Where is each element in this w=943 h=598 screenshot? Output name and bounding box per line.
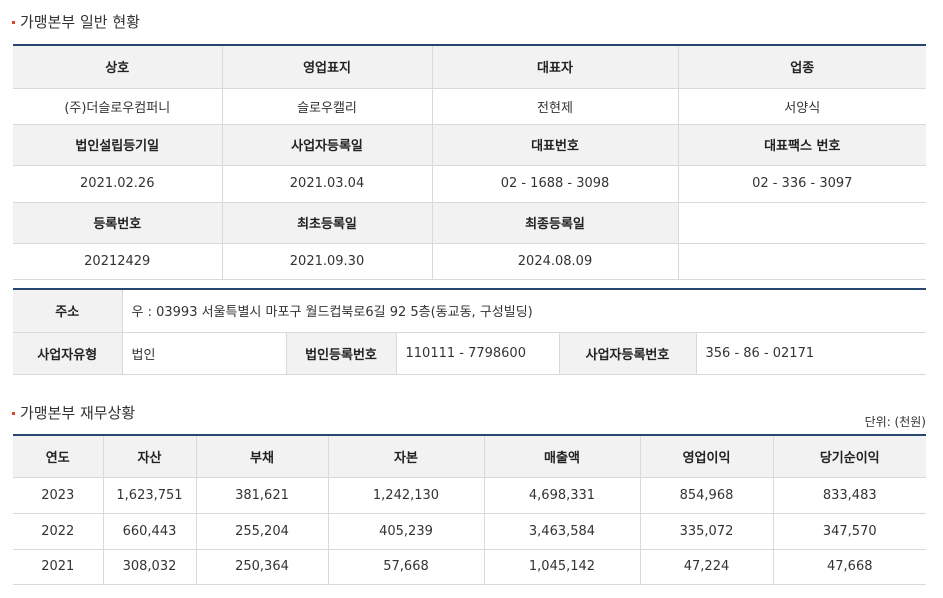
- header-cell: 상호: [13, 44, 223, 89]
- value-cell: 2023: [13, 476, 104, 514]
- value-cell: 서양식: [677, 87, 926, 125]
- value-cell: 2021.02.26: [13, 164, 223, 203]
- value-cell: 슬로우캘리: [221, 87, 433, 125]
- value-cell: 1,045,142: [483, 548, 641, 585]
- header-cell: 영업표지: [221, 44, 433, 89]
- value-cell: 4,698,331: [483, 476, 641, 514]
- value-cell: 381,621: [195, 476, 329, 514]
- header-cell: 법인설립등기일: [13, 123, 223, 166]
- value-cell: 2021.03.04: [221, 164, 433, 203]
- value-cell: 347,570: [772, 512, 926, 550]
- value-cell: 2024.08.09: [431, 242, 679, 280]
- address-label: 주소: [13, 288, 123, 333]
- table-row: 사업자유형 법인 법인등록번호 110111 - 7798600 사업자등록번호…: [13, 331, 927, 375]
- general-section-title: 가맹본부 일반 현황: [12, 11, 140, 32]
- value-cell: 854,968: [639, 476, 774, 514]
- header-cell: 연도: [13, 434, 104, 478]
- table-row: 법인설립등기일 사업자등록일 대표번호 대표팩스 번호: [13, 123, 926, 166]
- header-cell: 최종등록일: [431, 201, 679, 244]
- empty-cell: [677, 201, 926, 244]
- biz-no-label: 사업자등록번호: [558, 331, 697, 375]
- unit-label: 단위: (천원): [864, 415, 926, 429]
- value-cell: 255,204: [195, 512, 329, 550]
- biz-no-value: 356 - 86 - 02171: [695, 331, 927, 375]
- header-cell: 최초등록일: [221, 201, 433, 244]
- header-cell: 부채: [195, 434, 329, 478]
- value-cell: 660,443: [102, 512, 197, 550]
- value-cell: 335,072: [639, 512, 774, 550]
- header-cell: 대표자: [431, 44, 679, 89]
- biz-type-value: 법인: [121, 331, 287, 375]
- header-cell: 사업자등록일: [221, 123, 433, 166]
- table-row: 2022 660,443 255,204 405,239 3,463,584 3…: [13, 512, 926, 550]
- bullet-icon: [12, 412, 15, 415]
- table-row: 주소 우 : 03993 서울특별시 마포구 월드컵북로6길 92 5층(동교동…: [13, 288, 927, 333]
- table-row: 등록번호 최초등록일 최종등록일: [13, 201, 926, 244]
- table-row: 연도 자산 부채 자본 매출액 영업이익 당기순이익: [13, 434, 926, 478]
- table-row: 2021 308,032 250,364 57,668 1,045,142 47…: [13, 548, 926, 585]
- value-cell: 250,364: [195, 548, 329, 585]
- table-row: 2021.02.26 2021.03.04 02 - 1688 - 3098 0…: [13, 164, 926, 203]
- value-cell: 2021: [13, 548, 104, 585]
- value-cell: 전현제: [431, 87, 679, 125]
- header-cell: 매출액: [483, 434, 641, 478]
- value-cell: 1,623,751: [102, 476, 197, 514]
- table-row: 20212429 2021.09.30 2024.08.09: [13, 242, 926, 280]
- finance-title-text: 가맹본부 재무상황: [20, 404, 136, 422]
- header-cell: 당기순이익: [772, 434, 926, 478]
- value-cell: 47,224: [639, 548, 774, 585]
- biz-type-label: 사업자유형: [13, 331, 123, 375]
- general-title-text: 가맹본부 일반 현황: [20, 13, 140, 31]
- value-cell: 833,483: [772, 476, 926, 514]
- value-cell: 1,242,130: [327, 476, 485, 514]
- table-row: 2023 1,623,751 381,621 1,242,130 4,698,3…: [13, 476, 926, 514]
- finance-section-title: 가맹본부 재무상황: [12, 402, 135, 423]
- header-cell: 업종: [677, 44, 926, 89]
- header-cell: 자산: [102, 434, 197, 478]
- value-cell: 02 - 1688 - 3098: [431, 164, 679, 203]
- address-value: 우 : 03993 서울특별시 마포구 월드컵북로6길 92 5층(동교동, 구…: [121, 288, 927, 333]
- value-cell: 3,463,584: [483, 512, 641, 550]
- value-cell: 2021.09.30: [221, 242, 433, 280]
- table-row: (주)더슬로우컴퍼니 슬로우캘리 전현제 서양식: [13, 87, 926, 125]
- value-cell: 57,668: [327, 548, 485, 585]
- general-info-table: 상호 영업표지 대표자 업종 (주)더슬로우컴퍼니 슬로우캘리 전현제 서양식 …: [13, 44, 926, 280]
- table-row: 상호 영업표지 대표자 업종: [13, 44, 926, 89]
- value-cell: 47,668: [772, 548, 926, 585]
- address-table: 주소 우 : 03993 서울특별시 마포구 월드컵북로6길 92 5층(동교동…: [13, 288, 927, 375]
- header-cell: 등록번호: [13, 201, 223, 244]
- value-cell: 02 - 336 - 3097: [677, 164, 926, 203]
- corp-no-label: 법인등록번호: [285, 331, 397, 375]
- header-cell: 자본: [327, 434, 485, 478]
- value-cell: 2022: [13, 512, 104, 550]
- value-cell: 20212429: [13, 242, 223, 280]
- bullet-icon: [12, 21, 15, 24]
- value-cell: (주)더슬로우컴퍼니: [13, 87, 223, 125]
- header-cell: 대표팩스 번호: [677, 123, 926, 166]
- finance-table: 연도 자산 부채 자본 매출액 영업이익 당기순이익 2023 1,623,75…: [13, 434, 926, 585]
- header-cell: 영업이익: [639, 434, 774, 478]
- corp-no-value: 110111 - 7798600: [395, 331, 560, 375]
- value-cell: 405,239: [327, 512, 485, 550]
- header-cell: 대표번호: [431, 123, 679, 166]
- value-cell: 308,032: [102, 548, 197, 585]
- empty-cell: [677, 242, 926, 280]
